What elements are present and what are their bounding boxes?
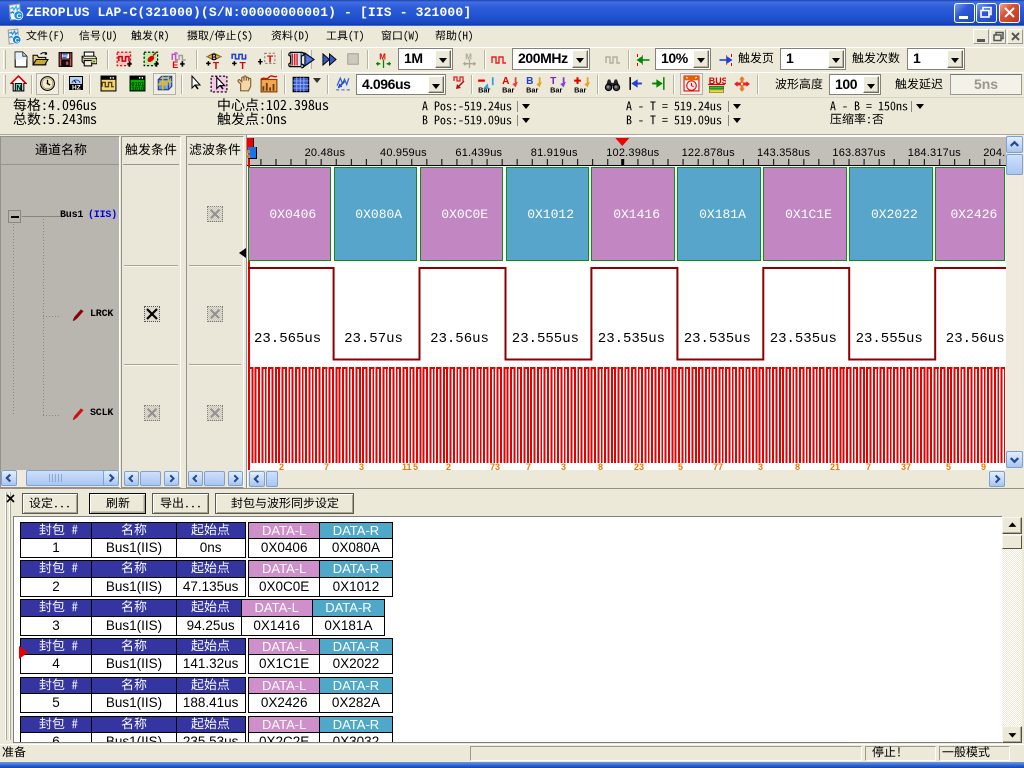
- svg-text:T: T: [213, 61, 220, 69]
- svg-text:C: C: [15, 37, 20, 44]
- svg-text:M: M: [465, 52, 472, 61]
- svg-text:HZ: HZ: [72, 85, 81, 92]
- svg-text:Bar: Bar: [574, 85, 586, 93]
- svg-text:N: N: [16, 83, 21, 92]
- svg-text:C: C: [16, 13, 21, 20]
- svg-text:Bar: Bar: [550, 85, 562, 93]
- svg-text:Bar: Bar: [526, 85, 538, 93]
- svg-text:T: T: [239, 61, 246, 69]
- svg-text:Bar: Bar: [502, 85, 514, 93]
- svg-text:M: M: [379, 52, 386, 61]
- svg-text:E: E: [172, 60, 178, 69]
- svg-text:T: T: [267, 54, 274, 65]
- svg-text:Bar: Bar: [478, 85, 490, 93]
- svg-text:1010: 1010: [131, 86, 144, 92]
